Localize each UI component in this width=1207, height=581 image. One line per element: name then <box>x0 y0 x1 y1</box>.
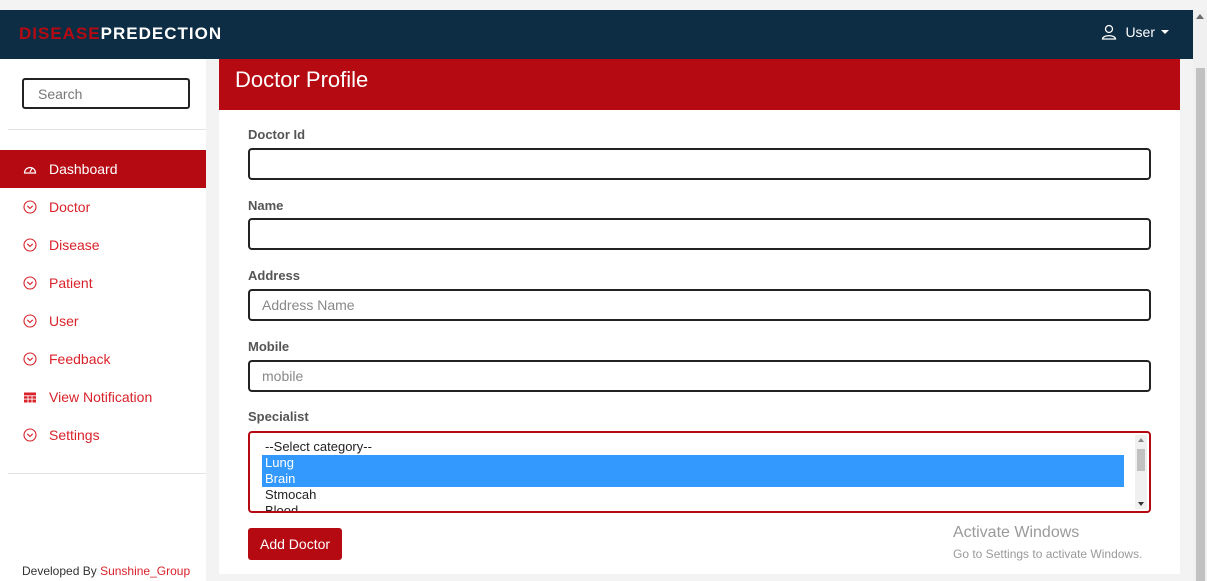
name-input[interactable] <box>248 218 1151 250</box>
sidebar-item-label: Doctor <box>49 199 91 215</box>
scroll-up-arrow-icon[interactable] <box>1138 438 1144 442</box>
sidebar-item-settings[interactable]: Settings <box>0 416 206 454</box>
search-input[interactable] <box>22 78 190 109</box>
add-doctor-button[interactable]: Add Doctor <box>248 528 343 560</box>
chevron-circle-icon <box>23 352 37 366</box>
chevron-circle-icon <box>23 428 37 442</box>
sidebar-item-dashboard[interactable]: Dashboard <box>0 150 206 188</box>
mobile-input[interactable] <box>248 360 1151 392</box>
sidebar-item-label: Disease <box>49 237 100 253</box>
specialist-option-selected[interactable]: Lung <box>262 455 1124 471</box>
brand-part-disease: DISEASE <box>19 24 101 43</box>
chevron-circle-icon <box>23 238 37 252</box>
brand-logo[interactable]: DISEASEPREDECTION <box>19 24 222 44</box>
developer-credit: Developed By Sunshine_Group <box>22 564 190 578</box>
top-navbar: DISEASEPREDECTION User <box>0 10 1193 59</box>
specialist-option[interactable]: --Select category-- <box>262 439 1124 455</box>
table-icon <box>23 390 37 404</box>
listbox-scrollbar[interactable] <box>1135 435 1147 509</box>
sidebar-item-label: Feedback <box>49 351 111 367</box>
specialist-label: Specialist <box>248 409 309 424</box>
chevron-circle-icon <box>23 314 37 328</box>
app-page: DISEASEPREDECTION User Dashboard Doctor <box>0 0 1207 581</box>
page-scrollbar[interactable] <box>1193 10 1207 581</box>
sidebar-item-label: View Notification <box>49 389 153 405</box>
developer-link[interactable]: Sunshine_Group <box>100 564 190 578</box>
sidebar-item-view-notification[interactable]: View Notification <box>0 378 206 416</box>
chevron-circle-icon <box>23 276 37 290</box>
sidebar-item-doctor[interactable]: Doctor <box>0 188 206 226</box>
sidebar-divider <box>8 129 206 130</box>
specialist-select[interactable]: --Select category-- Lung Brain Stmocah B… <box>248 431 1151 513</box>
developer-credit-prefix: Developed By <box>22 564 97 578</box>
specialist-option[interactable]: Stmocah <box>262 487 1124 503</box>
user-menu[interactable]: User <box>1101 24 1169 40</box>
sidebar-item-user[interactable]: User <box>0 302 206 340</box>
address-label: Address <box>248 268 301 283</box>
address-input[interactable] <box>248 289 1151 321</box>
sidebar-item-feedback[interactable]: Feedback <box>0 340 206 378</box>
sidebar-divider <box>8 473 206 474</box>
watermark-subtitle: Go to Settings to activate Windows. <box>953 547 1143 561</box>
panel-title: Doctor Profile <box>219 59 1180 110</box>
specialist-option[interactable]: Blood <box>262 503 1124 511</box>
user-menu-label: User <box>1125 24 1155 40</box>
scroll-up-arrow-icon[interactable] <box>1196 14 1204 19</box>
sidebar-item-label: Dashboard <box>49 161 118 177</box>
specialist-option-selected[interactable]: Brain <box>262 471 1124 487</box>
mobile-label: Mobile <box>248 339 290 354</box>
scroll-thumb[interactable] <box>1196 68 1205 581</box>
dashboard-icon <box>23 162 37 176</box>
sidebar-item-label: Settings <box>49 427 100 443</box>
caret-down-icon <box>1161 30 1169 34</box>
brand-part-predection: PREDECTION <box>100 24 223 43</box>
activate-windows-watermark: Activate Windows Go to Settings to activ… <box>953 524 1142 561</box>
listbox-scroll-thumb[interactable] <box>1137 449 1145 471</box>
chevron-circle-icon <box>23 200 37 214</box>
sidebar-item-label: Patient <box>49 275 93 291</box>
sidebar-item-label: User <box>49 313 79 329</box>
user-icon <box>1102 24 1117 40</box>
watermark-title: Activate Windows <box>953 524 1080 541</box>
sidebar-nav: Dashboard Doctor Disease Patient User Fe… <box>0 150 206 454</box>
sidebar: Dashboard Doctor Disease Patient User Fe… <box>0 59 206 581</box>
name-label: Name <box>248 198 284 213</box>
doctor-id-label: Doctor Id <box>248 127 306 142</box>
scroll-down-arrow-icon[interactable] <box>1138 502 1144 506</box>
doctor-id-input[interactable] <box>248 148 1151 180</box>
sidebar-item-disease[interactable]: Disease <box>0 226 206 264</box>
doctor-profile-panel: Doctor Profile Doctor Id Name Address Mo… <box>219 59 1180 574</box>
sidebar-item-patient[interactable]: Patient <box>0 264 206 302</box>
